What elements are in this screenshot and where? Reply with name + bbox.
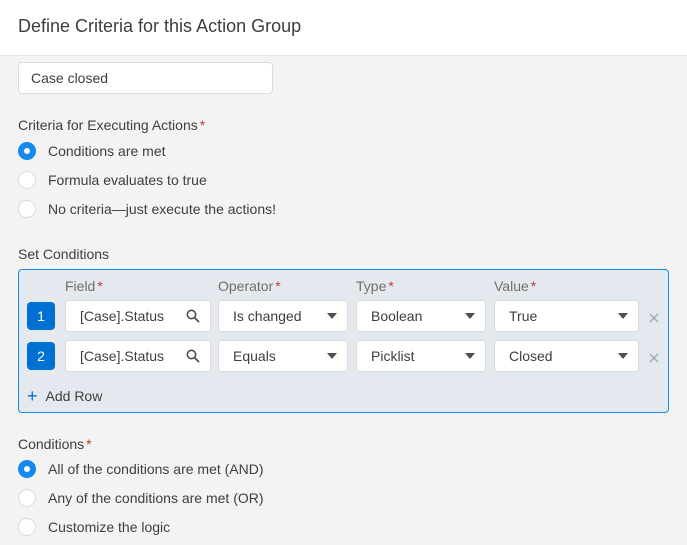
close-icon[interactable]: [646, 350, 662, 366]
type-select[interactable]: Picklist: [356, 340, 486, 372]
operator-select[interactable]: Equals: [218, 340, 348, 372]
radio-button-checked[interactable]: [18, 142, 36, 160]
radio-button-checked[interactable]: [18, 460, 36, 478]
value-select[interactable]: True: [494, 300, 639, 332]
row-number-badge: 1: [27, 302, 55, 330]
search-icon[interactable]: [186, 301, 200, 331]
radio-all-conditions[interactable]: All of the conditions are met (AND): [18, 458, 264, 480]
radio-no-criteria[interactable]: No criteria—just execute the actions!: [18, 198, 276, 220]
column-header-type: Type *: [356, 278, 394, 294]
conditions-label-text: Conditions: [18, 436, 85, 452]
radio-label: Customize the logic: [48, 519, 171, 535]
plus-icon: +: [27, 386, 38, 406]
column-header-field: Field *: [65, 278, 103, 294]
conditions-table: Field * Operator * Type * Value * 1 [Case].S…: [18, 269, 669, 413]
required-marker: *: [388, 278, 394, 294]
radio-label: All of the conditions are met (AND): [48, 461, 264, 477]
column-header-text: Value: [494, 278, 529, 294]
criteria-label-text: Criteria for Executing Actions: [18, 117, 198, 133]
radio-label: No criteria—just execute the actions!: [48, 201, 276, 217]
column-header-text: Field: [65, 278, 96, 294]
criteria-label: Criteria for Executing Actions *: [18, 117, 205, 133]
set-conditions-label: Set Conditions: [18, 246, 110, 262]
add-row-label: Add Row: [45, 388, 103, 404]
page-title: Define Criteria for this Action Group: [18, 16, 302, 36]
required-marker: *: [530, 278, 537, 294]
row-number-badge: 2: [27, 342, 55, 370]
value-select[interactable]: Closed: [494, 340, 639, 372]
required-marker: *: [86, 436, 92, 452]
radio-label: Formula evaluates to true: [48, 172, 207, 188]
conditions-label: Conditions *: [18, 436, 92, 452]
type-select[interactable]: Boolean: [356, 300, 486, 332]
radio-label: Any of the conditions are met (OR): [48, 490, 264, 506]
search-icon[interactable]: [186, 341, 200, 371]
radio-button[interactable]: [18, 489, 36, 507]
radio-any-conditions[interactable]: Any of the conditions are met (OR): [18, 487, 264, 509]
chevron-down-icon: [327, 301, 337, 331]
column-header-text: Operator: [218, 278, 274, 294]
modal-header: Define Criteria for this Action Group: [0, 0, 687, 56]
radio-button[interactable]: [18, 518, 36, 536]
required-marker: *: [199, 117, 206, 133]
column-header-operator: Operator *: [218, 278, 281, 294]
required-marker: *: [275, 278, 281, 294]
column-header-text: Type: [356, 278, 387, 294]
required-marker: *: [97, 278, 103, 294]
action-group-name-input[interactable]: [18, 62, 273, 94]
field-lookup[interactable]: [Case].Status: [65, 300, 211, 332]
chevron-down-icon: [618, 341, 628, 371]
radio-customize-logic[interactable]: Customize the logic: [18, 516, 170, 538]
chevron-down-icon: [465, 301, 475, 331]
radio-formula[interactable]: Formula evaluates to true: [18, 169, 207, 191]
close-icon[interactable]: [646, 310, 662, 326]
add-row-button[interactable]: + Add Row: [27, 387, 102, 405]
operator-select[interactable]: Is changed: [218, 300, 348, 332]
column-header-value: Value *: [494, 278, 536, 294]
radio-button[interactable]: [18, 171, 36, 189]
radio-label: Conditions are met: [48, 143, 166, 159]
chevron-down-icon: [327, 341, 337, 371]
radio-button[interactable]: [18, 200, 36, 218]
field-lookup[interactable]: [Case].Status: [65, 340, 211, 372]
chevron-down-icon: [465, 341, 475, 371]
chevron-down-icon: [618, 301, 628, 331]
radio-conditions-met[interactable]: Conditions are met: [18, 140, 166, 162]
